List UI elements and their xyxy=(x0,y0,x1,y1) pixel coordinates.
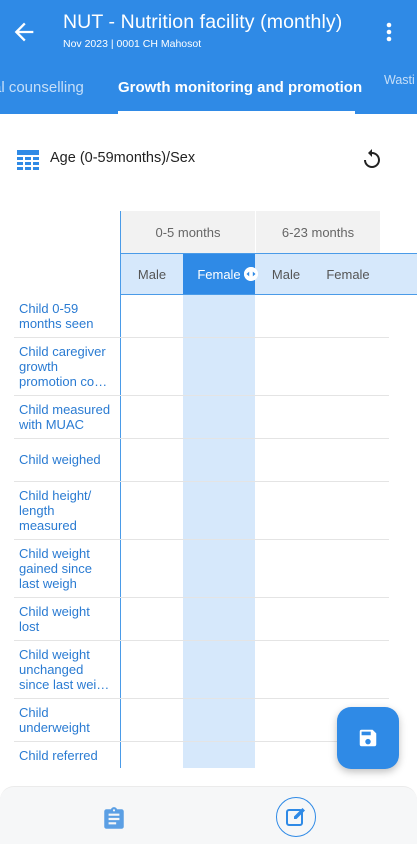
row-divider xyxy=(14,597,389,598)
save-icon xyxy=(359,729,377,747)
edit-button[interactable] xyxy=(276,797,316,837)
row-divider xyxy=(14,539,389,540)
app-bar: NUT - Nutrition facility (monthly) Nov 2… xyxy=(0,0,417,114)
column-male-6-23[interactable]: Male xyxy=(255,254,317,294)
column-group-6-23-months: 6-23 months xyxy=(256,211,380,253)
row-label-weighed: Child weighed xyxy=(19,452,101,467)
tab-wasting[interactable]: Wasti xyxy=(384,73,415,87)
row-label-measured-muac: Child measured with MUAC xyxy=(19,402,111,432)
row-divider xyxy=(14,438,389,439)
column-female-6-23[interactable]: Female xyxy=(317,254,379,294)
row-label-weight-unchanged: Child weight unchanged since last wei… xyxy=(19,647,110,692)
tab-growth-monitoring[interactable]: Growth monitoring and promotion xyxy=(118,79,362,96)
column-subheader: Male Female Male Female xyxy=(121,253,417,295)
edit-icon xyxy=(286,808,305,826)
row-label-referred: Child referred xyxy=(19,748,98,763)
row-divider xyxy=(14,741,389,742)
page-title: NUT - Nutrition facility (monthly) xyxy=(63,11,343,33)
section-tabs: al counselling Growth monitoring and pro… xyxy=(0,62,417,114)
refresh-icon[interactable] xyxy=(360,147,384,171)
clipboard-icon[interactable] xyxy=(101,806,127,832)
active-tab-indicator xyxy=(118,111,355,114)
row-divider xyxy=(14,337,389,338)
disaggregation-label: Age (0-59months)/Sex xyxy=(50,150,196,166)
column-female-0-5[interactable]: Female xyxy=(183,254,258,294)
column-male-0-5[interactable]: Male xyxy=(121,254,183,294)
bottom-navigation xyxy=(0,786,417,844)
row-label-underweight: Child underweight xyxy=(19,705,90,735)
row-divider xyxy=(14,640,389,641)
row-label-height-measured: Child height/ length measured xyxy=(19,488,92,533)
row-label-weight-gained: Child weight gained since last weigh xyxy=(19,546,92,591)
row-header-divider xyxy=(120,211,121,768)
row-label-caregiver-promotion: Child caregiver growth promotion co… xyxy=(19,344,108,389)
column-female-0-5-label: Female xyxy=(197,266,241,282)
data-entry-table: 0-5 months 6-23 months Male Female Male … xyxy=(0,211,417,768)
section-header: Age (0-59months)/Sex xyxy=(0,146,417,172)
table-icon xyxy=(17,150,39,170)
row-divider xyxy=(14,481,389,482)
row-divider xyxy=(14,395,389,396)
row-label-children-seen: Child 0-59 months seen xyxy=(19,301,94,331)
save-button[interactable] xyxy=(337,707,399,769)
row-label-weight-lost: Child weight lost xyxy=(19,604,90,634)
column-group-0-5-months: 0-5 months xyxy=(121,211,255,253)
more-vertical-icon[interactable] xyxy=(378,18,400,46)
tab-counselling[interactable]: al counselling xyxy=(0,79,84,96)
page-subtitle: Nov 2023 | 0001 CH Mahosot xyxy=(63,38,202,50)
arrow-left-icon[interactable] xyxy=(10,18,38,46)
row-divider xyxy=(14,698,389,699)
